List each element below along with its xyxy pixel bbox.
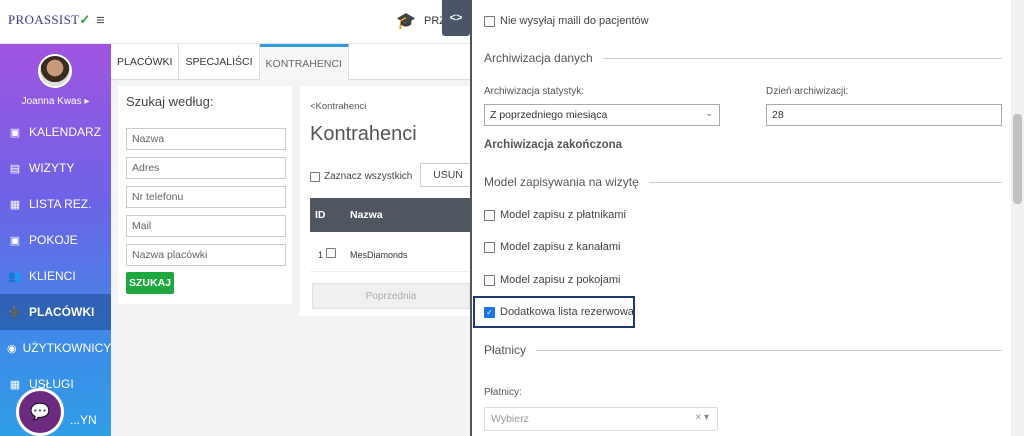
divider — [602, 57, 1002, 59]
panel-toggle-button[interactable]: <> — [442, 0, 470, 36]
sidebar-item-label: WIZYTY — [29, 161, 75, 175]
option-label: Model zapisu z płatnikami — [500, 209, 626, 221]
section-title: Płatnicy — [484, 343, 527, 357]
previous-page-button[interactable]: Poprzednia — [312, 283, 470, 309]
payers-model-checkbox[interactable]: Model zapisu z płatnikami — [484, 209, 626, 221]
add-user-icon: ➕ — [8, 306, 22, 319]
breadcrumb[interactable]: <Kontrahenci — [310, 101, 366, 112]
search-panel: Szukaj według: Nazwa Adres Nr telefonu M… — [118, 86, 292, 304]
search-title: Szukaj według: — [126, 94, 214, 109]
sidebar-item-label: KALENDARZ — [29, 125, 102, 139]
grid-icon: ▦ — [9, 378, 21, 391]
sidebar-item-label: LISTA REZ. — [29, 197, 92, 211]
tab-bar: PLACÓWKI SPECJALIŚCI KONTRAHENCI — [111, 44, 470, 80]
no-mail-checkbox[interactable]: Nie wysyłaj maili do pacjentów — [484, 15, 649, 27]
payers-label: Płatnicy: — [484, 387, 522, 398]
checkbox-icon — [484, 209, 495, 221]
archive-day-input[interactable]: 28 — [766, 104, 1002, 126]
calendar-icon: ▣ — [9, 234, 21, 247]
booking-model-section-header: Model zapisywania na wizytę — [484, 175, 1002, 189]
sidebar-item-label: POKOJE — [29, 233, 78, 247]
payers-select[interactable]: Wybierz × ▾ — [484, 407, 718, 431]
phone-search-input[interactable]: Nr telefonu — [126, 186, 286, 208]
tab-placowki[interactable]: PLACÓWKI — [111, 44, 180, 80]
facility-name-search-input[interactable]: Nazwa placówki — [126, 244, 286, 266]
sidebar-item-kalendarz[interactable]: ▣ KALENDARZ — [0, 114, 111, 150]
sidebar-item-wizyty[interactable]: ▤ WIZYTY — [0, 150, 111, 186]
list-icon: ▤ — [9, 162, 21, 175]
top-bar: PROASSIST✓ ≡ 🎓 PRZ — [0, 0, 470, 44]
reserve-list-checkbox[interactable]: ✓ Dodatkowa lista rezerwowa — [484, 306, 634, 318]
divider — [536, 349, 1002, 351]
option-label: Model zapisu z pokojami — [500, 274, 621, 286]
sidebar-item-pokoje[interactable]: ▣ POKOJE — [0, 222, 111, 258]
contractors-panel: <Kontrahenci Kontrahenci Zaznacz wszystk… — [300, 86, 476, 316]
checkbox-icon — [310, 171, 320, 182]
archive-status: Archiwizacja zakończona — [484, 139, 623, 151]
chevron-down-icon: ⌄ — [705, 108, 713, 118]
address-search-input[interactable]: Adres — [126, 157, 286, 179]
sidebar-item-lista-rez[interactable]: ▦ LISTA REZ. — [0, 186, 111, 222]
tab-kontrahenci[interactable]: KONTRAHENCI — [259, 44, 349, 80]
column-id[interactable]: ID — [315, 209, 326, 221]
user-name[interactable]: Joanna Kwas ▸ — [0, 96, 111, 107]
channels-model-checkbox[interactable]: Model zapisu z kanałami — [484, 241, 620, 253]
option-label: Model zapisu z kanałami — [500, 241, 621, 253]
page-title: Kontrahenci — [310, 123, 417, 145]
select-value: Z poprzedniego miesiąca — [490, 109, 608, 121]
calendar-icon: ▣ — [9, 126, 21, 139]
column-name[interactable]: Nazwa — [350, 209, 383, 221]
avatar[interactable] — [38, 54, 72, 88]
row-name: MesDiamonds — [350, 250, 408, 260]
document-icon: ▦ — [9, 198, 21, 211]
select-all-label: Zaznacz wszystkich — [324, 171, 413, 182]
table-row[interactable]: 1 MesDiamonds — [310, 236, 470, 272]
row-id: 1 — [318, 250, 324, 260]
delete-button[interactable]: USUŃ — [420, 163, 476, 187]
checkbox-icon — [484, 241, 495, 253]
graduation-cap-icon[interactable]: 🎓 — [396, 11, 416, 31]
app-logo[interactable]: PROASSIST✓ — [8, 12, 91, 28]
users-icon: 👥 — [8, 270, 22, 283]
select-all-checkbox[interactable]: Zaznacz wszystkich — [310, 171, 412, 182]
sidebar-item-label: PLACÓWKI — [29, 305, 95, 319]
section-title: Model zapisywania na wizytę — [484, 175, 639, 189]
search-button[interactable]: SZUKAJ — [126, 272, 174, 294]
name-search-input[interactable]: Nazwa — [126, 128, 286, 150]
sidebar-item-klienci[interactable]: 👥 KLIENCI — [0, 258, 111, 294]
checkbox-icon — [484, 274, 495, 286]
sidebar-item-placowki[interactable]: ➕ PLACÓWKI — [0, 294, 111, 330]
scrollbar-thumb[interactable] — [1013, 114, 1022, 204]
divider — [648, 181, 1002, 183]
user-circle-icon: ◉ — [7, 342, 17, 355]
clear-dropdown-icon[interactable]: × ▾ — [695, 412, 709, 423]
chat-icon[interactable]: 💬 — [16, 388, 64, 436]
archive-stats-select[interactable]: Z poprzedniego miesiąca ⌄ — [484, 104, 720, 126]
sidebar-item-label: ...YN — [70, 413, 97, 427]
table-header: ID Nazwa — [310, 198, 470, 232]
option-label: Dodatkowa lista rezerwowa — [500, 306, 634, 318]
tab-specjalisci[interactable]: SPECJALIŚCI — [179, 44, 260, 80]
settings-panel: Nie wysyłaj maili do pacjentów Archiwiza… — [470, 0, 1011, 436]
logo-check-icon: ✓ — [79, 12, 91, 27]
archive-day-label: Dzień archiwizacji: — [766, 86, 849, 97]
mail-search-input[interactable]: Mail — [126, 215, 286, 237]
sidebar-item-uzytkownicy[interactable]: ◉ UŻYTKOWNICY — [0, 330, 111, 366]
select-placeholder: Wybierz — [491, 413, 529, 425]
archive-stats-label: Archiwizacja statystyk: — [484, 86, 585, 97]
no-mail-label: Nie wysyłaj maili do pacjentów — [500, 15, 649, 27]
checkbox-checked-icon: ✓ — [484, 306, 495, 318]
archive-section-header: Archiwizacja danych — [484, 51, 1002, 65]
row-checkbox[interactable] — [326, 248, 336, 258]
scrollbar[interactable] — [1011, 0, 1024, 436]
checkbox-icon — [484, 15, 495, 27]
sidebar-item-label: KLIENCI — [29, 269, 76, 283]
hamburger-menu-icon[interactable]: ≡ — [96, 12, 105, 29]
sidebar: Joanna Kwas ▸ ▣ KALENDARZ ▤ WIZYTY ▦ LISTA … — [0, 44, 111, 436]
rooms-model-checkbox[interactable]: Model zapisu z pokojami — [484, 274, 620, 286]
sidebar-item-label: UŻYTKOWNICY — [22, 341, 112, 355]
payers-section-header: Płatnicy — [484, 343, 1002, 357]
section-title: Archiwizacja danych — [484, 51, 593, 65]
